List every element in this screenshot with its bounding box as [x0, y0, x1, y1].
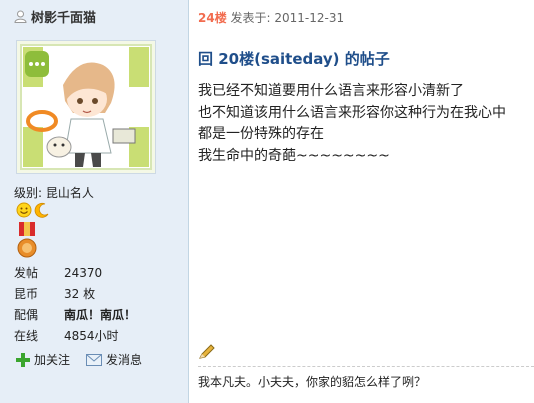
- avatar-image: [17, 41, 155, 173]
- stat-key: 配偶: [14, 308, 39, 322]
- stat-value: 32 枚: [64, 287, 96, 301]
- post-line: 都是一份特殊的存在: [198, 126, 324, 142]
- stat-key: 在线: [14, 329, 39, 343]
- user-stats: 发帖 24370 昆币 32 枚 配偶 南瓜！南瓜！ 在线 4854小时: [14, 262, 136, 346]
- moon-badge-icon: [34, 203, 49, 218]
- stat-online: 在线 4854小时: [14, 325, 136, 346]
- badge-row: [16, 202, 50, 218]
- stat-coins: 昆币 32 枚: [14, 283, 136, 304]
- post-content: 我已经不知道要用什么语言来形容小清新了 也不知道该用什么语言来形容你这种行为在我…: [198, 81, 506, 167]
- level-label: 级别:: [14, 186, 43, 200]
- post-line: 也不知道该用什么语言来形容你这种行为在我心中: [198, 104, 506, 121]
- stat-value[interactable]: 南瓜！南瓜！: [64, 306, 136, 323]
- stat-key: 发帖: [14, 266, 39, 280]
- stat-value: 24370: [64, 265, 103, 280]
- signature: 我本凡夫。小夫夫，你家的貂怎么样了咧？: [198, 375, 427, 389]
- envelope-icon: [86, 353, 103, 366]
- message-label: 发消息: [106, 353, 143, 367]
- post-line: 我生命中的奇葩~~~~~~~~: [198, 147, 390, 164]
- reply-title: 回 20楼(saiteday) 的帖子: [198, 50, 390, 68]
- medal-icon: [17, 222, 37, 258]
- username-row: 树影千面猫: [14, 7, 96, 26]
- post-date: 发表于: 2011-12-31: [230, 11, 345, 25]
- username-link[interactable]: 树影千面猫: [31, 7, 96, 26]
- user-sidebar: 树影千面猫 级别: 昆山名人 发帖 24370 昆币 32 枚 配偶 南瓜！南瓜…: [0, 0, 189, 403]
- smiley-badge-icon: [16, 202, 32, 218]
- post-meta: 24楼 发表于: 2011-12-31: [198, 9, 344, 26]
- user-icon: [14, 10, 27, 23]
- avatar[interactable]: [16, 40, 156, 174]
- stat-spouse: 配偶 南瓜！南瓜！: [14, 304, 136, 325]
- follow-button[interactable]: 加关注: [16, 351, 70, 368]
- level-value: 昆山名人: [45, 186, 94, 200]
- post-line: 我已经不知道要用什么语言来形容小清新了: [198, 83, 464, 99]
- follow-label: 加关注: [34, 353, 71, 367]
- user-level: 级别: 昆山名人: [14, 184, 94, 201]
- stat-key: 昆币: [14, 287, 39, 301]
- stat-value: 4854小时: [64, 329, 119, 343]
- stat-posts: 发帖 24370: [14, 262, 136, 283]
- pencil-icon: [199, 344, 215, 359]
- message-button[interactable]: 发消息: [86, 351, 142, 368]
- floor-number[interactable]: 24楼: [198, 11, 227, 25]
- signature-divider: [198, 366, 534, 367]
- user-actions: 加关注 发消息: [16, 351, 158, 368]
- plus-icon: [16, 352, 30, 367]
